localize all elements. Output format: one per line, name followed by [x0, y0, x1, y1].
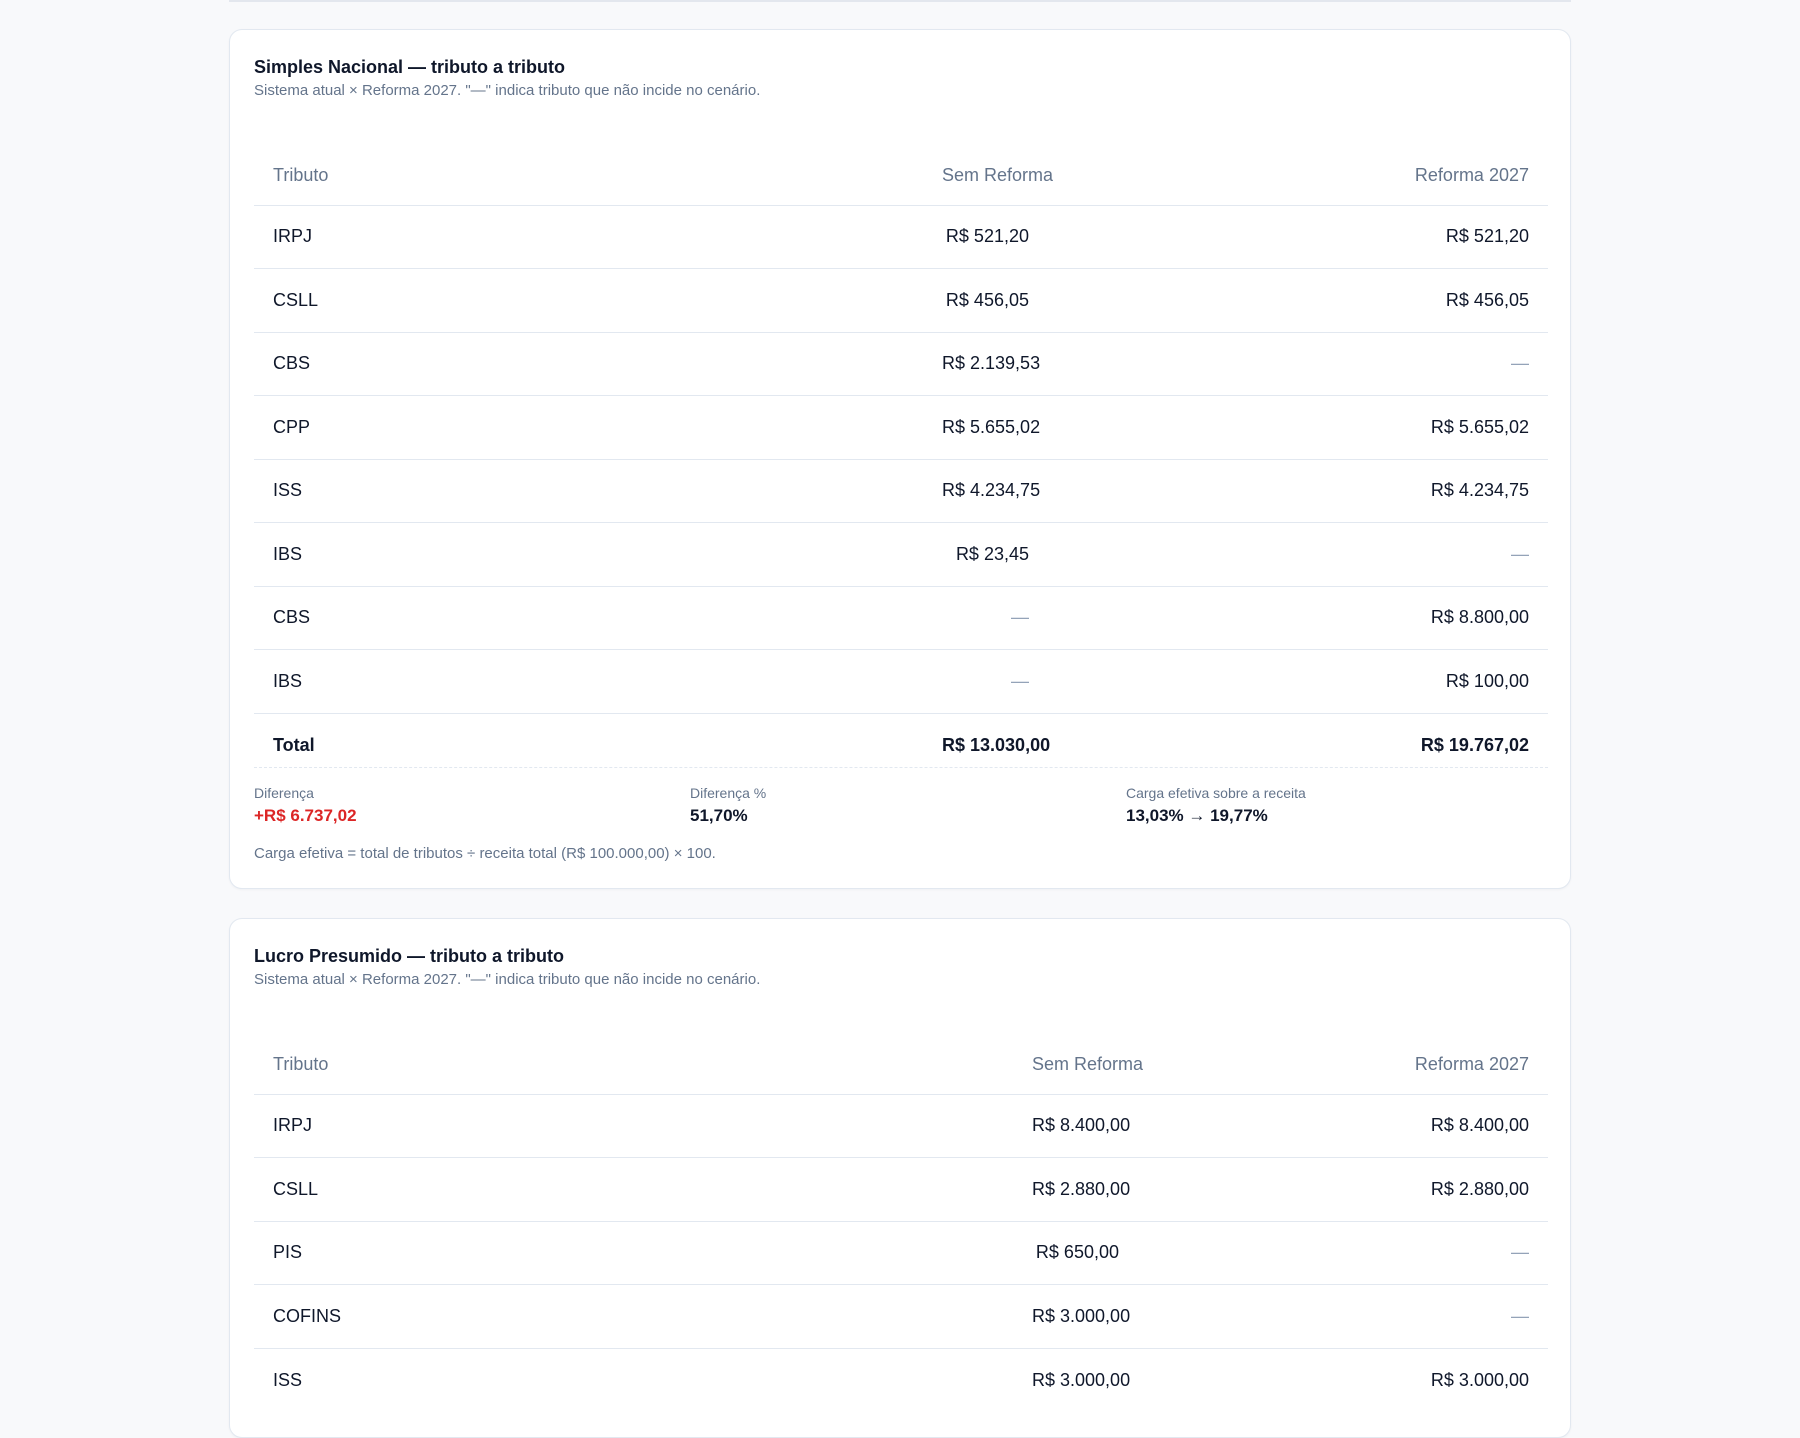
- table-row: IRPJ R$ 521,20 R$ 521,20: [254, 205, 1548, 269]
- card-title: Lucro Presumido — tributo a tributo: [254, 946, 564, 966]
- header-reforma-2027: Reforma 2027: [1048, 147, 1548, 206]
- header-sem-reforma: Sem Reforma: [923, 147, 1053, 206]
- footnote: Carga efetiva = total de tributos ÷ rece…: [254, 845, 716, 862]
- cell-tributo: IBS: [254, 649, 923, 714]
- cell-tributo: COFINS: [254, 1284, 1013, 1349]
- header-tributo: Tributo: [254, 147, 923, 206]
- lucro-presumido-card: Lucro Presumido — tributo a tributo Sist…: [229, 918, 1571, 1438]
- cell-sem-reforma: R$ 4.234,75: [923, 459, 1048, 523]
- table-row: CSLL R$ 456,05 R$ 456,05: [254, 268, 1548, 333]
- cell-reforma: R$ 5.655,02: [1048, 395, 1548, 460]
- cell-reforma: R$ 2.880,00: [1138, 1157, 1548, 1222]
- simples-nacional-card: Simples Nacional — tributo a tributo Sis…: [229, 29, 1571, 889]
- cell-reforma: R$ 456,05: [1048, 268, 1548, 333]
- cell-tributo: PIS: [254, 1221, 1013, 1285]
- card-title: Simples Nacional — tributo a tributo: [254, 57, 566, 77]
- card-subtitle: Sistema atual × Reforma 2027. "—" indica…: [254, 971, 761, 988]
- cell-reforma: R$ 4.234,75: [1048, 459, 1548, 523]
- cell-reforma: R$ 100,00: [1048, 649, 1548, 714]
- table-header-row: Tributo Sem Reforma Reforma 2027: [254, 147, 1548, 206]
- cell-reforma: —: [1138, 1221, 1548, 1285]
- cell-sem-reforma: R$ 5.655,02: [923, 395, 1048, 460]
- cell-tributo: CPP: [254, 395, 923, 460]
- tax-table: Tributo Sem Reforma Reforma 2027 IRPJ R$…: [254, 1036, 1548, 1412]
- cell-tributo: IRPJ: [254, 1094, 1013, 1158]
- cell-sem-reforma: R$ 2.880,00: [1013, 1157, 1138, 1222]
- previous-card-edge: [229, 0, 1571, 2]
- table-row: ISS R$ 4.234,75 R$ 4.234,75: [254, 459, 1548, 523]
- cell-sem-reforma: R$ 650,00: [1013, 1221, 1138, 1285]
- cell-reforma: R$ 8.400,00: [1138, 1094, 1548, 1158]
- table-row: COFINS R$ 3.000,00 —: [254, 1284, 1548, 1349]
- cell-tributo: CBS: [254, 586, 923, 650]
- cell-tributo: IBS: [254, 522, 923, 587]
- table-row: PIS R$ 650,00 —: [254, 1221, 1548, 1285]
- cell-tributo: CBS: [254, 332, 923, 396]
- cell-sem-reforma: R$ 23,45: [923, 522, 1048, 587]
- header-tributo: Tributo: [254, 1036, 1013, 1095]
- cell-sem-reforma: R$ 8.400,00: [1013, 1094, 1138, 1158]
- cell-tributo: IRPJ: [254, 205, 923, 269]
- cell-sem-reforma: R$ 521,20: [923, 205, 1048, 269]
- header-sem-reforma: Sem Reforma: [1013, 1036, 1143, 1095]
- summary-value: 51,70%: [690, 806, 748, 825]
- cell-sem-reforma: —: [923, 586, 1048, 650]
- cell-sem-reforma: R$ 456,05: [923, 268, 1048, 333]
- cell-reforma: —: [1048, 332, 1548, 396]
- cell-reforma: —: [1138, 1284, 1548, 1349]
- cell-sem-reforma: —: [923, 649, 1048, 714]
- table-row: IRPJ R$ 8.400,00 R$ 8.400,00: [254, 1094, 1548, 1158]
- tax-table: Tributo Sem Reforma Reforma 2027 IRPJ R$…: [254, 147, 1548, 777]
- cell-reforma: R$ 521,20: [1048, 205, 1548, 269]
- table-row: CBS — R$ 8.800,00: [254, 586, 1548, 650]
- card-subtitle: Sistema atual × Reforma 2027. "—" indica…: [254, 82, 761, 99]
- table-header-row: Tributo Sem Reforma Reforma 2027: [254, 1036, 1548, 1095]
- summary-carga-efetiva: Carga efetiva sobre a receita 13,03% → 1…: [1126, 784, 1306, 828]
- cell-sem-reforma: R$ 3.000,00: [1013, 1284, 1138, 1349]
- summary-value: 13,03% → 19,77%: [1126, 806, 1268, 825]
- header-reforma-2027: Reforma 2027: [1138, 1036, 1548, 1095]
- summary-label: Carga efetiva sobre a receita: [1126, 785, 1306, 801]
- summary-diferenca: Diferença +R$ 6.737,02: [254, 784, 357, 828]
- summary-label: Diferença: [254, 785, 314, 801]
- summary-diferenca-pct: Diferença % 51,70%: [690, 784, 766, 828]
- table-row: IBS R$ 23,45 —: [254, 522, 1548, 587]
- table-row: IBS — R$ 100,00: [254, 649, 1548, 714]
- cell-reforma: R$ 8.800,00: [1048, 586, 1548, 650]
- cell-sem-reforma: R$ 2.139,53: [923, 332, 1048, 396]
- table-row: CBS R$ 2.139,53 —: [254, 332, 1548, 396]
- cell-reforma: —: [1048, 522, 1548, 587]
- table-row: CPP R$ 5.655,02 R$ 5.655,02: [254, 395, 1548, 460]
- table-row: CSLL R$ 2.880,00 R$ 2.880,00: [254, 1157, 1548, 1222]
- cell-tributo: CSLL: [254, 1157, 1013, 1222]
- summary-section: Diferença +R$ 6.737,02 Diferença % 51,70…: [254, 767, 1548, 825]
- cell-tributo: ISS: [254, 459, 923, 523]
- summary-value: +R$ 6.737,02: [254, 806, 357, 825]
- cell-tributo: CSLL: [254, 268, 923, 333]
- summary-label: Diferença %: [690, 785, 767, 801]
